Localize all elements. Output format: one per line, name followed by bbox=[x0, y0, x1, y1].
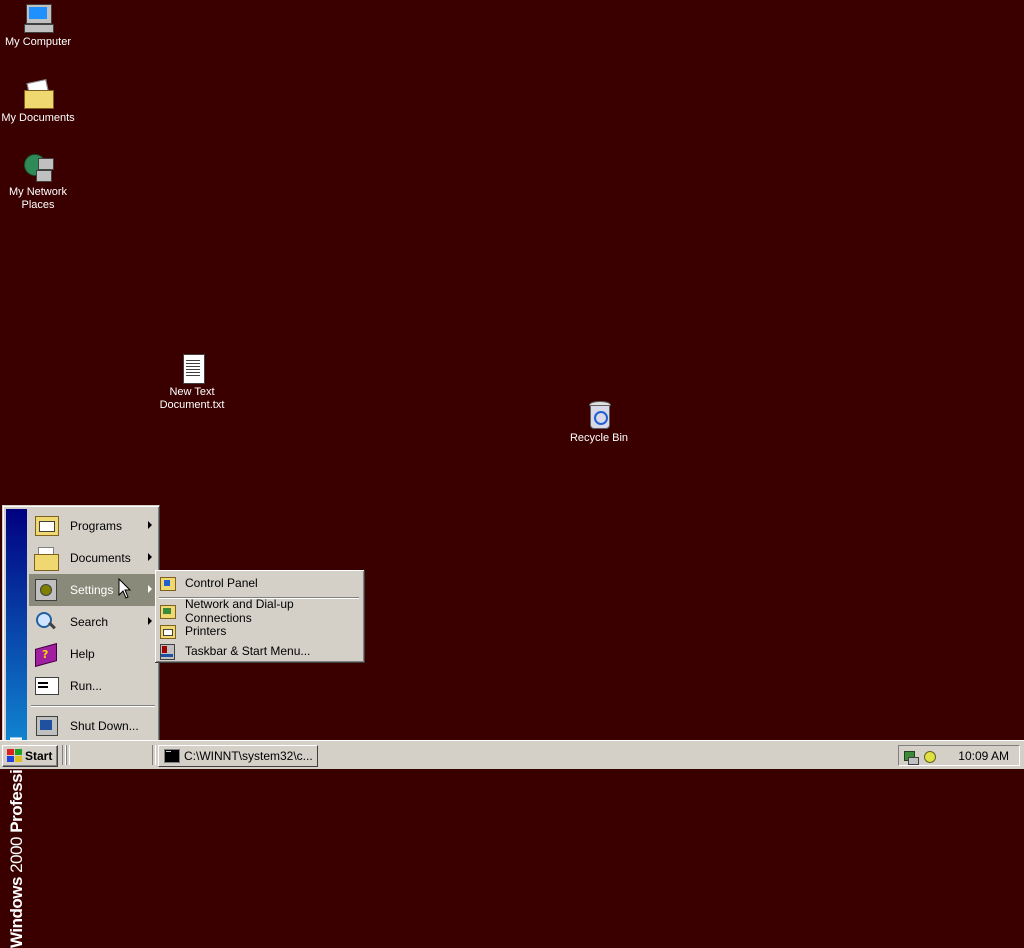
submenu-arrow-icon bbox=[148, 617, 152, 625]
banner-windows-text: Windows bbox=[7, 877, 26, 948]
menu-item-label: Settings bbox=[70, 583, 114, 597]
submenu-item-label: Control Panel bbox=[185, 576, 258, 590]
run-icon bbox=[33, 673, 59, 699]
computer-icon bbox=[22, 2, 54, 34]
start-button[interactable]: Start bbox=[2, 745, 58, 767]
submenu-arrow-icon bbox=[148, 553, 152, 561]
submenu-arrow-icon bbox=[148, 585, 152, 593]
taskbar-separator bbox=[152, 745, 156, 765]
desktop-icon-label: Recycle Bin bbox=[569, 432, 629, 444]
desktop-icon-my-computer[interactable]: My Computer bbox=[0, 2, 76, 49]
recycle-bin-icon bbox=[583, 398, 615, 430]
desktop-icon-label: New Text Document.txt bbox=[159, 386, 225, 411]
folder-documents-icon bbox=[22, 78, 54, 110]
menu-item-label: Documents bbox=[70, 551, 131, 565]
menu-item-programs[interactable]: Programs bbox=[29, 510, 156, 542]
settings-submenu: Control Panel Network and Dial-up Connec… bbox=[155, 570, 365, 663]
control-panel-icon bbox=[159, 575, 176, 591]
menu-item-label: Search bbox=[70, 615, 109, 629]
submenu-item-label: Taskbar & Start Menu... bbox=[185, 644, 311, 658]
clock[interactable]: 10:09 AM bbox=[958, 749, 1009, 763]
menu-item-settings[interactable]: Settings bbox=[29, 574, 156, 606]
programs-icon bbox=[33, 513, 59, 539]
text-document-icon bbox=[176, 352, 208, 384]
desktop-icon-new-text-document[interactable]: New Text Document.txt bbox=[154, 352, 230, 412]
submenu-item-label: Printers bbox=[185, 624, 227, 638]
desktop-icon-recycle-bin[interactable]: Recycle Bin bbox=[561, 398, 637, 445]
windows-logo-icon bbox=[7, 749, 23, 763]
taskbar-icon bbox=[159, 643, 175, 660]
submenu-item-control-panel[interactable]: Control Panel bbox=[157, 573, 362, 593]
menu-item-label: Programs bbox=[70, 519, 123, 533]
settings-icon bbox=[33, 577, 59, 603]
system-tray: 10:09 AM bbox=[898, 745, 1020, 766]
start-menu: Windows 2000 Professional Programs Docum… bbox=[2, 505, 160, 948]
printers-icon bbox=[159, 623, 176, 639]
start-menu-banner: Windows 2000 Professional bbox=[6, 509, 27, 948]
menu-item-run[interactable]: Run... bbox=[29, 670, 156, 702]
network-tray-icon[interactable] bbox=[903, 748, 919, 765]
command-prompt-icon bbox=[164, 749, 180, 763]
network-connections-icon bbox=[159, 603, 176, 619]
menu-item-label: Shut Down... bbox=[70, 719, 139, 733]
taskbar: Start C:\WINNT\system32\c... 10:09 AM bbox=[0, 740, 1024, 769]
start-button-label: Start bbox=[25, 749, 53, 763]
desktop-icon-label: My Documents bbox=[1, 112, 75, 124]
menu-item-search[interactable]: Search bbox=[29, 606, 156, 638]
banner-version-text: 2000 bbox=[7, 836, 26, 873]
menu-item-documents[interactable]: Documents bbox=[29, 542, 156, 574]
menu-item-label: Run... bbox=[70, 679, 103, 693]
desktop-icon-my-network-places[interactable]: My Network Places bbox=[0, 152, 76, 212]
desktop-icon-label: My Network Places bbox=[8, 186, 68, 211]
menu-item-label: Help bbox=[70, 647, 95, 661]
network-places-icon bbox=[22, 152, 54, 184]
desktop-icon-my-documents[interactable]: My Documents bbox=[0, 78, 76, 125]
documents-icon bbox=[33, 545, 59, 571]
search-icon bbox=[33, 609, 59, 635]
desktop-icon-label: My Computer bbox=[4, 36, 72, 48]
help-icon: ? bbox=[33, 641, 59, 667]
menu-item-help[interactable]: ? Help bbox=[29, 638, 156, 670]
volume-tray-icon[interactable] bbox=[921, 748, 937, 764]
taskbar-button-label: C:\WINNT\system32\c... bbox=[184, 749, 313, 763]
menu-item-shutdown[interactable]: Shut Down... bbox=[29, 710, 156, 742]
menu-separator bbox=[31, 705, 155, 707]
submenu-item-taskbar-start-menu[interactable]: Taskbar & Start Menu... bbox=[157, 641, 362, 661]
submenu-arrow-icon bbox=[148, 521, 152, 529]
quicklaunch-grip[interactable] bbox=[66, 745, 70, 765]
submenu-item-printers[interactable]: Printers bbox=[157, 621, 362, 641]
taskbar-button-command-prompt[interactable]: C:\WINNT\system32\c... bbox=[158, 745, 318, 767]
shutdown-icon bbox=[33, 713, 59, 739]
submenu-item-network-connections[interactable]: Network and Dial-up Connections bbox=[157, 597, 362, 625]
